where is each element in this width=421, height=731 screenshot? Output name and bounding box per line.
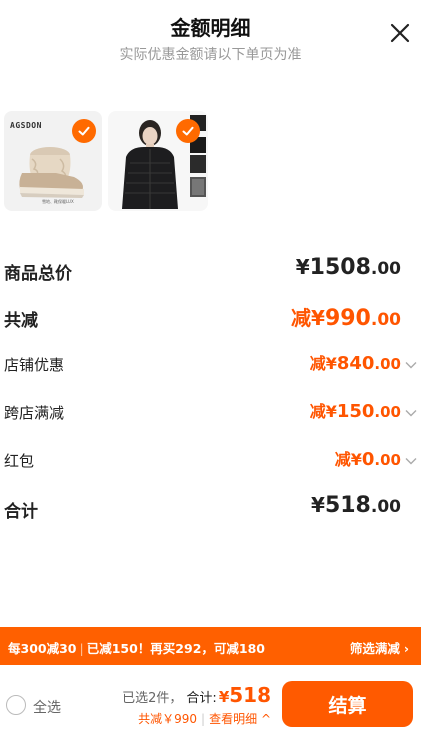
chevron-right-icon: ›	[403, 641, 409, 656]
row-cross-store-discount[interactable]: 跨店满减 减¥150.00	[0, 392, 421, 432]
product-thumbnails: AGSDON 雪地、靴保暖LUX	[4, 111, 208, 211]
row-label: 红包	[4, 452, 35, 470]
chevron-down-icon[interactable]	[405, 457, 417, 465]
product-thumb-jacket[interactable]	[108, 111, 208, 211]
discount-total-value: 减¥990.00	[291, 306, 401, 331]
row-label: 商品总价	[4, 264, 72, 284]
view-detail-link[interactable]: 查看明细 ^	[209, 712, 271, 726]
checkout-button[interactable]: 结算	[282, 681, 413, 727]
cross-store-value: 减¥150.00	[309, 401, 401, 422]
red-packet-value: 减¥0.00	[334, 449, 401, 470]
amount-detail-sheet: 金额明细 实际优惠金额请以下单页为准 AGSDON 雪地、靴保暖LUX 商品总价…	[0, 0, 421, 731]
row-sum: 合计 ¥518.00	[0, 487, 421, 527]
page-title: 金额明细	[170, 16, 251, 40]
product-caption: 雪地、靴保暖LUX	[42, 199, 74, 204]
promo-banner: 每300减30 | 已减150！再买292，可减180 筛选满减 ›	[0, 627, 421, 665]
sheet-header: 金额明细 实际优惠金额请以下单页为准	[0, 0, 421, 80]
chevron-down-icon[interactable]	[405, 409, 417, 417]
row-red-packet[interactable]: 红包 减¥0.00	[0, 440, 421, 480]
chevron-up-icon: ^	[260, 712, 271, 726]
product-thumb-boots[interactable]: AGSDON 雪地、靴保暖LUX	[4, 111, 102, 211]
row-shop-discount[interactable]: 店铺优惠 减¥840.00	[0, 344, 421, 384]
page-subtitle: 实际优惠金额请以下单页为准	[119, 47, 302, 63]
total-price-value: ¥1508.00	[295, 255, 401, 280]
row-label: 店铺优惠	[4, 356, 65, 374]
select-all-label[interactable]: 全选	[33, 697, 61, 717]
select-all-radio[interactable]	[6, 695, 26, 715]
close-icon[interactable]	[389, 22, 411, 44]
shop-discount-value: 减¥840.00	[309, 353, 401, 374]
row-label: 共减	[4, 311, 38, 331]
sum-value: ¥518.00	[311, 493, 401, 518]
discount-summary: 共减￥990 | 查看明细 ^	[138, 712, 271, 726]
row-label: 合计	[4, 502, 38, 522]
chevron-down-icon[interactable]	[405, 361, 417, 369]
row-discount-total: 共减 减¥990.00	[0, 296, 421, 336]
row-total-price: 商品总价 ¥1508.00	[0, 249, 421, 289]
filter-discount-link[interactable]: 筛选满减 ›	[350, 638, 409, 657]
selection-summary: 已选2件， 合计: ¥518	[122, 683, 271, 707]
checkmark-icon[interactable]	[72, 119, 96, 143]
promo-text: 每300减30 | 已减150！再买292，可减180	[8, 641, 265, 656]
row-label: 跨店满减	[4, 404, 65, 422]
checkout-bar: 全选 已选2件， 合计: ¥518 共减￥990 | 查看明细 ^ 结算	[0, 665, 421, 731]
checkmark-icon[interactable]	[176, 119, 200, 143]
